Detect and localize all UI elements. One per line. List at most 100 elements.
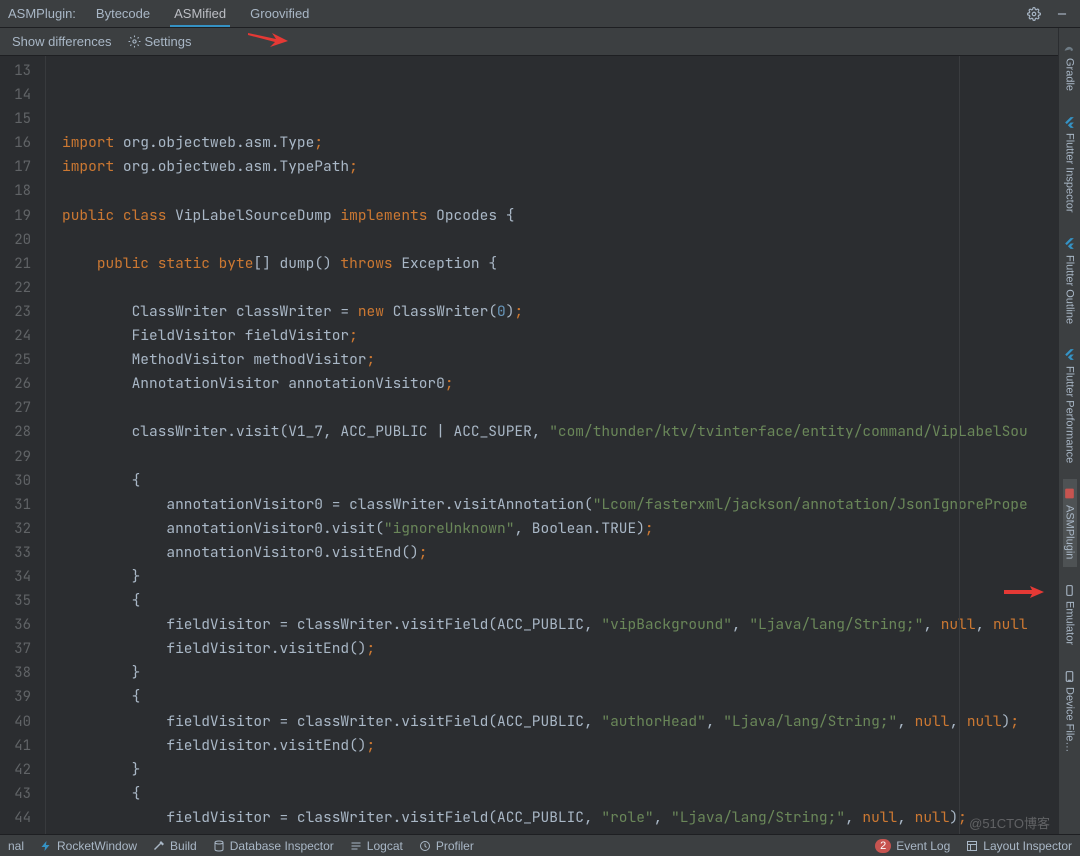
minimize-icon[interactable]: [1054, 6, 1070, 22]
code-line[interactable]: }: [62, 565, 1080, 589]
status-bar: nal RocketWindow Build Database Inspecto…: [0, 834, 1080, 856]
code-line[interactable]: FieldVisitor fieldVisitor;: [62, 324, 1080, 348]
line-number: 13: [0, 59, 45, 83]
line-number: 31: [0, 493, 45, 517]
line-number: 19: [0, 204, 45, 228]
code-line[interactable]: ClassWriter classWriter = new ClassWrite…: [62, 300, 1080, 324]
line-number: 18: [0, 179, 45, 203]
code-line[interactable]: [62, 228, 1080, 252]
right-tab-device-file[interactable]: Device File…: [1063, 661, 1077, 760]
line-number: 28: [0, 420, 45, 444]
line-number: 33: [0, 541, 45, 565]
status-logcat[interactable]: Logcat: [350, 839, 403, 853]
asm-plugin-tab-bar: ASMPlugin: Bytecode ASMified Groovified: [0, 0, 1080, 28]
status-terminal[interactable]: nal: [8, 839, 24, 853]
tab-groovified[interactable]: Groovified: [238, 0, 321, 27]
code-editor[interactable]: 1314151617181920212223242526272829303132…: [0, 56, 1080, 834]
code-line[interactable]: fieldVisitor = classWriter.visitField(AC…: [62, 613, 1080, 637]
doc-icon: [1063, 487, 1077, 501]
line-number: 16: [0, 131, 45, 155]
code-line[interactable]: fieldVisitor = classWriter.visitField(AC…: [62, 806, 1080, 830]
right-margin-line: [959, 56, 960, 834]
code-line[interactable]: fieldVisitor.visitEnd();: [62, 637, 1080, 661]
line-number: 42: [0, 758, 45, 782]
right-tab-asmplugin[interactable]: ASMPlugin: [1063, 479, 1077, 567]
code-line[interactable]: {: [62, 589, 1080, 613]
line-number: 21: [0, 252, 45, 276]
flutter-icon: [1063, 115, 1077, 129]
asm-plugin-title: ASMPlugin:: [4, 6, 84, 21]
line-number: 43: [0, 782, 45, 806]
code-line[interactable]: fieldVisitor = classWriter.visitField(AC…: [62, 710, 1080, 734]
settings-button[interactable]: Settings: [128, 34, 192, 49]
flutter-icon: [1063, 348, 1077, 362]
flutter-icon: [1063, 237, 1077, 251]
code-line[interactable]: {: [62, 782, 1080, 806]
hammer-icon: [153, 840, 165, 852]
gradle-icon: [1063, 40, 1077, 54]
code-content[interactable]: import org.objectweb.asm.Type;import org…: [46, 56, 1080, 834]
database-icon: [213, 840, 225, 852]
profiler-icon: [419, 840, 431, 852]
event-log-badge: 2: [875, 839, 891, 853]
code-line[interactable]: [62, 276, 1080, 300]
asm-sub-toolbar: Show differences Settings: [0, 28, 1080, 56]
code-line[interactable]: public static byte[] dump() throws Excep…: [62, 252, 1080, 276]
line-number: 39: [0, 685, 45, 709]
line-number: 25: [0, 348, 45, 372]
status-profiler[interactable]: Profiler: [419, 839, 474, 853]
code-line[interactable]: public class VipLabelSourceDump implemen…: [62, 204, 1080, 228]
code-line[interactable]: }: [62, 661, 1080, 685]
status-event-log[interactable]: 2 Event Log: [875, 839, 950, 853]
line-number: 32: [0, 517, 45, 541]
code-line[interactable]: annotationVisitor0 = classWriter.visitAn…: [62, 493, 1080, 517]
status-layout-inspector[interactable]: Layout Inspector: [966, 839, 1072, 853]
line-number: 36: [0, 613, 45, 637]
code-line[interactable]: annotationVisitor0.visitEnd();: [62, 541, 1080, 565]
line-number: 44: [0, 806, 45, 830]
code-line[interactable]: {: [62, 469, 1080, 493]
line-number: 26: [0, 372, 45, 396]
line-number: 37: [0, 637, 45, 661]
emulator-icon: [1063, 583, 1077, 597]
right-tab-emulator[interactable]: Emulator: [1063, 575, 1077, 653]
line-number: 23: [0, 300, 45, 324]
status-rocket-window[interactable]: RocketWindow: [40, 839, 137, 853]
code-line[interactable]: annotationVisitor0.visit("ignoreUnknown"…: [62, 517, 1080, 541]
right-tab-flutter-performance[interactable]: Flutter Performance: [1063, 340, 1077, 471]
layout-icon: [966, 840, 978, 852]
right-tab-flutter-outline[interactable]: Flutter Outline: [1063, 229, 1077, 332]
line-number: 22: [0, 276, 45, 300]
right-tab-gradle[interactable]: Gradle: [1063, 32, 1077, 99]
code-line[interactable]: }: [62, 758, 1080, 782]
status-database-inspector[interactable]: Database Inspector: [213, 839, 334, 853]
line-number: 30: [0, 469, 45, 493]
device-file-icon: [1063, 669, 1077, 683]
code-line[interactable]: fieldVisitor.visitEnd();: [62, 734, 1080, 758]
code-line[interactable]: classWriter.visit(V1_7, ACC_PUBLIC | ACC…: [62, 420, 1080, 444]
line-number: 14: [0, 83, 45, 107]
code-line[interactable]: [62, 396, 1080, 420]
code-line[interactable]: [62, 445, 1080, 469]
code-line[interactable]: {: [62, 685, 1080, 709]
line-number: 40: [0, 710, 45, 734]
code-line[interactable]: MethodVisitor methodVisitor;: [62, 348, 1080, 372]
gear-icon[interactable]: [1026, 6, 1042, 22]
code-line[interactable]: AnnotationVisitor annotationVisitor0;: [62, 372, 1080, 396]
tab-asmified[interactable]: ASMified: [162, 0, 238, 27]
code-line[interactable]: import org.objectweb.asm.TypePath;: [62, 155, 1080, 179]
line-number: 15: [0, 107, 45, 131]
line-number: 27: [0, 396, 45, 420]
line-number: 38: [0, 661, 45, 685]
line-number-gutter: 1314151617181920212223242526272829303132…: [0, 56, 46, 834]
line-number: 29: [0, 445, 45, 469]
show-differences-button[interactable]: Show differences: [12, 34, 112, 49]
code-line[interactable]: [62, 179, 1080, 203]
status-build[interactable]: Build: [153, 839, 197, 853]
tab-bytecode[interactable]: Bytecode: [84, 0, 162, 27]
line-number: 41: [0, 734, 45, 758]
right-tab-flutter-inspector[interactable]: Flutter Inspector: [1063, 107, 1077, 220]
code-line[interactable]: import org.objectweb.asm.Type;: [62, 131, 1080, 155]
logcat-icon: [350, 840, 362, 852]
line-number: 20: [0, 228, 45, 252]
